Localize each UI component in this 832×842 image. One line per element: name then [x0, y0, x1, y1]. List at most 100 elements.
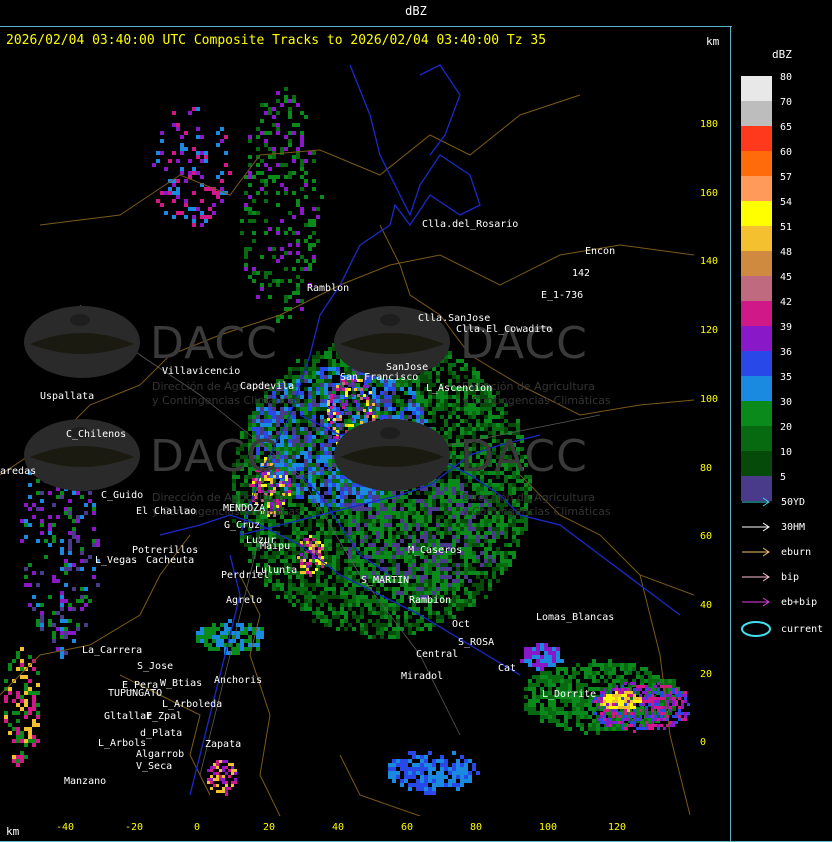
echo-cell	[320, 599, 324, 603]
echo-cell	[500, 523, 504, 527]
echo-cell	[304, 431, 308, 435]
echo-cell	[324, 583, 328, 587]
echo-cell	[312, 503, 316, 507]
echo-cell	[388, 511, 392, 515]
echo-cell	[380, 611, 384, 615]
echo-cell	[240, 483, 244, 487]
echo-cell	[324, 623, 328, 627]
echo-cell	[404, 619, 408, 623]
echo-cell	[388, 399, 392, 403]
echo-cell	[364, 603, 368, 607]
echo-cell	[512, 531, 516, 535]
echo-cell	[356, 599, 360, 603]
echo-cell	[512, 519, 516, 523]
echo-cell	[400, 511, 404, 515]
echo-cell	[288, 455, 292, 459]
echo-cell	[452, 411, 456, 415]
echo-cell	[296, 539, 300, 543]
echo-cell	[468, 603, 472, 607]
echo-cell	[516, 423, 520, 427]
echo-cell	[320, 615, 324, 619]
echo-cell	[468, 567, 472, 571]
echo-cell	[372, 523, 376, 527]
echo-cell	[336, 627, 340, 631]
echo-cell	[300, 411, 304, 415]
echo-cell	[324, 447, 328, 451]
echo-cell	[288, 367, 292, 371]
echo-cell	[452, 363, 456, 367]
echo-cell	[464, 539, 468, 543]
echo-cell	[300, 419, 304, 423]
echo-cell	[396, 615, 400, 619]
echo-cell	[380, 555, 384, 559]
echo-cell	[304, 451, 308, 455]
echo-cell	[444, 395, 448, 399]
echo-cell	[320, 443, 324, 447]
echo-cell	[272, 583, 276, 587]
echo-cell	[440, 403, 444, 407]
echo-cell	[424, 527, 428, 531]
echo-cell	[352, 499, 356, 503]
echo-cell	[516, 527, 520, 531]
echo-cell	[328, 587, 332, 591]
echo-cell	[312, 583, 316, 587]
echo-cell	[512, 527, 516, 531]
echo-cell	[328, 539, 332, 543]
echo-cell	[488, 519, 492, 523]
echo-cell	[488, 411, 492, 415]
echo-cell	[392, 407, 396, 411]
echo-cell	[392, 527, 396, 531]
echo-cell	[304, 579, 308, 583]
echo-cell	[496, 551, 500, 555]
echo-cell	[328, 543, 332, 547]
echo-cell	[452, 591, 456, 595]
echo-cell	[284, 443, 288, 447]
echo-cell	[284, 467, 288, 471]
echo-cell	[292, 583, 296, 587]
echo-cell	[408, 399, 412, 403]
echo-cell	[272, 587, 276, 591]
echo-cell	[320, 571, 324, 575]
echo-cell	[452, 587, 456, 591]
echo-cell	[488, 543, 492, 547]
echo-cell	[352, 627, 356, 631]
echo-cell	[240, 539, 244, 543]
echo-cell	[320, 383, 324, 387]
echo-cell	[304, 599, 308, 603]
echo-cell	[276, 595, 280, 599]
echo-cell	[292, 559, 296, 563]
echo-cell	[348, 591, 352, 595]
echo-cell	[376, 519, 380, 523]
echo-cell	[444, 503, 448, 507]
echo-cell	[424, 523, 428, 527]
echo-cell	[444, 403, 448, 407]
echo-cell	[500, 555, 504, 559]
echo-cell	[420, 407, 424, 411]
echo-cell	[432, 575, 436, 579]
echo-cell	[300, 603, 304, 607]
echo-cell	[424, 623, 428, 627]
echo-cell	[396, 511, 400, 515]
echo-cell	[280, 587, 284, 591]
echo-cell	[440, 571, 444, 575]
echo-cell	[292, 547, 296, 551]
echo-cell	[372, 607, 376, 611]
echo-cell	[336, 407, 340, 411]
echo-cell	[316, 407, 320, 411]
echo-cell	[488, 587, 492, 591]
echo-cell	[292, 427, 296, 431]
echo-cell	[500, 411, 504, 415]
echo-cell	[316, 455, 320, 459]
echo-cell	[296, 551, 300, 555]
echo-cell	[448, 587, 452, 591]
echo-cell	[304, 455, 308, 459]
echo-cell	[292, 483, 296, 487]
echo-cell	[288, 447, 292, 451]
echo-cell	[332, 383, 336, 387]
echo-cell	[444, 611, 448, 615]
echo-cell	[420, 523, 424, 527]
echo-cell	[360, 531, 364, 535]
radar-map[interactable]: DACC Dirección de Agricultura y Contingen…	[0, 55, 694, 816]
echo-cell	[412, 391, 416, 395]
echo-cell	[484, 575, 488, 579]
